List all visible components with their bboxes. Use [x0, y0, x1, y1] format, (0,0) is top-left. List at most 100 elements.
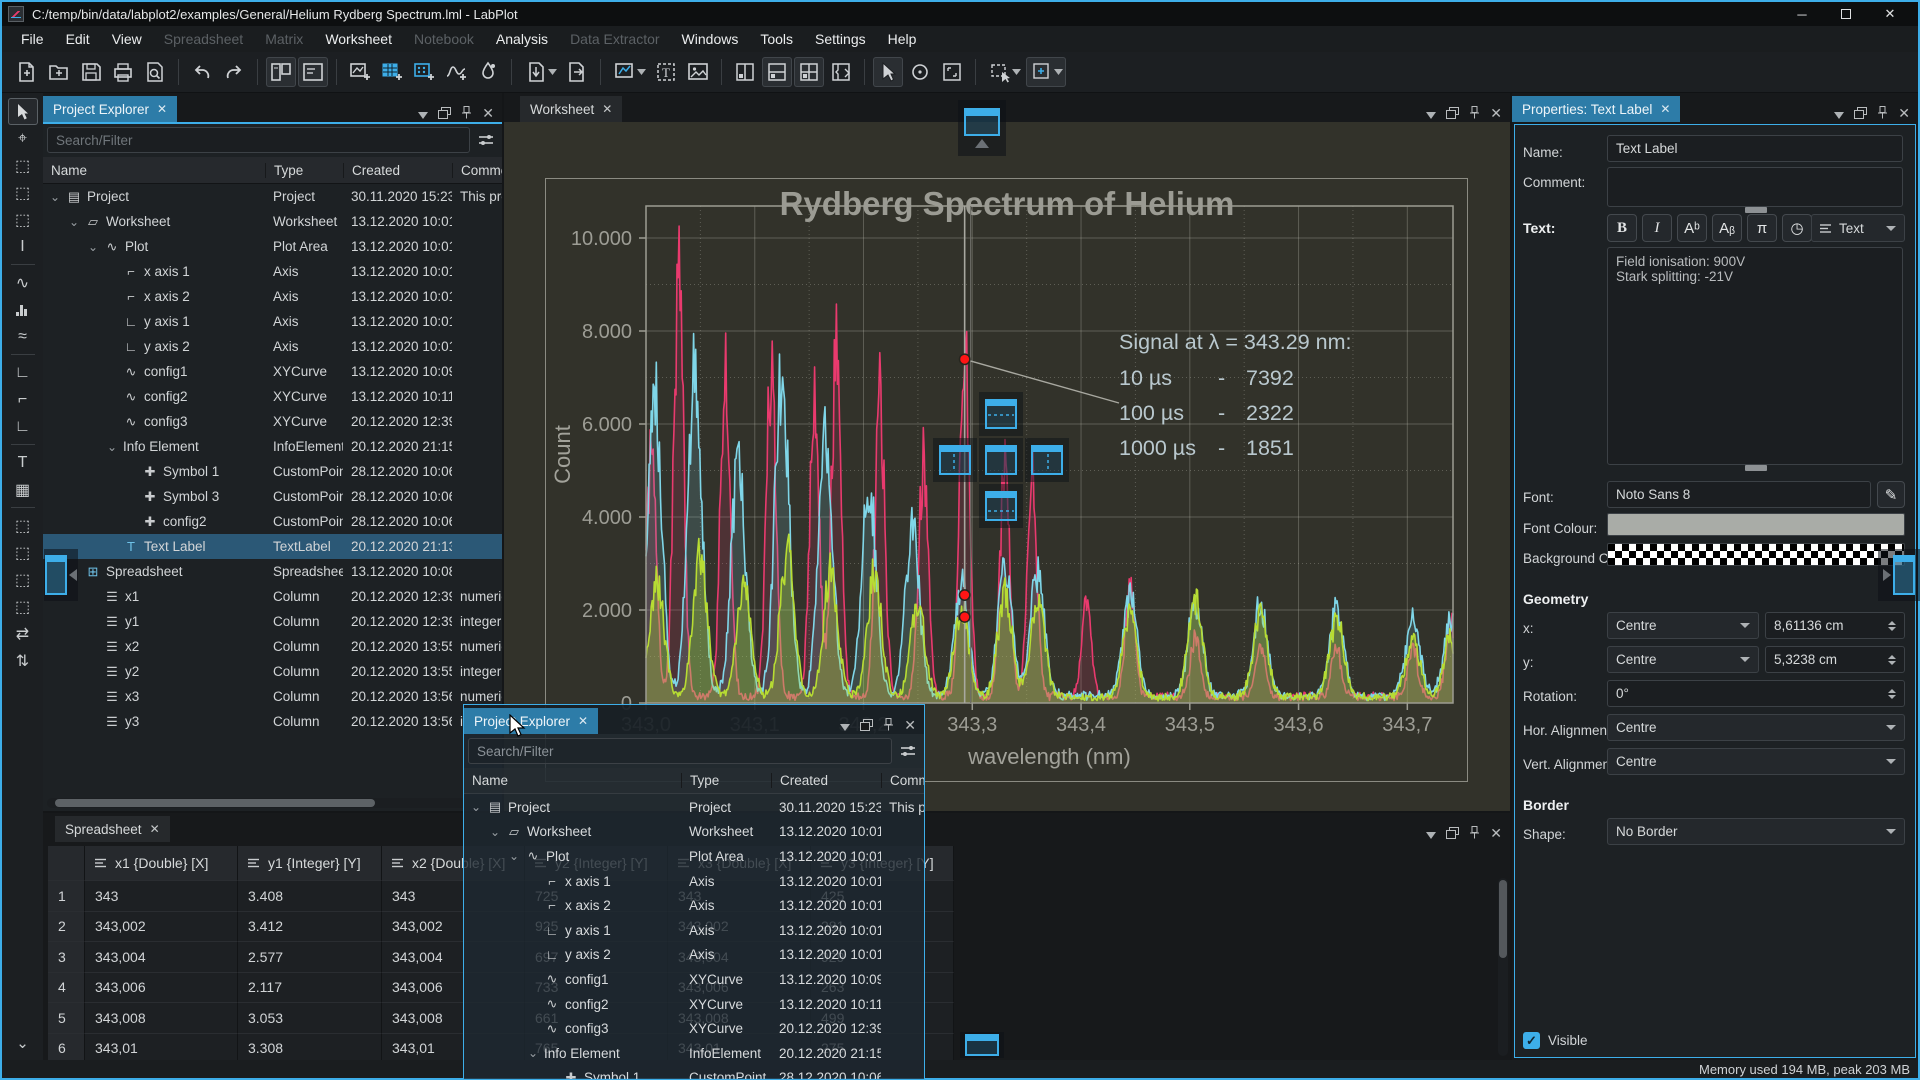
- fourier-icon[interactable]: ≈: [8, 323, 38, 350]
- border-shape-dropdown[interactable]: No Border: [1607, 818, 1905, 845]
- tree-header[interactable]: NameTypeCreatedComment: [43, 157, 502, 184]
- spreadsheet-cell[interactable]: 343: [85, 881, 238, 912]
- filter-options-icon[interactable]: [474, 127, 498, 153]
- tab-close-icon[interactable]: ✕: [602, 102, 612, 116]
- y-anchor-dropdown[interactable]: Centre: [1607, 646, 1759, 673]
- column-header-created[interactable]: Created: [771, 773, 881, 788]
- new-spreadsheet-button[interactable]: [377, 57, 407, 87]
- tree-row-x-axis-1[interactable]: ⌐x axis 1Axis13.12.2020 10:01: [43, 259, 502, 284]
- layout-vertical-button[interactable]: [730, 57, 760, 87]
- float-dock-icon[interactable]: [860, 718, 873, 734]
- expander-chevron-icon[interactable]: ⌄: [527, 1046, 539, 1060]
- tree-row-config1[interactable]: ∿config1XYCurve13.12.2020 10:09: [464, 967, 924, 992]
- new-curve-button[interactable]: [441, 57, 471, 87]
- tab-properties[interactable]: Properties: Text Label ✕: [1512, 96, 1680, 122]
- ibeam-icon[interactable]: I: [8, 233, 38, 260]
- crosshair-mode-button[interactable]: [905, 57, 935, 87]
- expander-chevron-icon[interactable]: ⌄: [470, 800, 482, 814]
- close-dock-icon[interactable]: ✕: [1490, 825, 1502, 842]
- splitter-grip[interactable]: [1745, 465, 1767, 471]
- menu-view[interactable]: View: [101, 27, 153, 51]
- axis-corner-icon[interactable]: ∟: [8, 413, 38, 440]
- export-button[interactable]: [562, 57, 592, 87]
- float-dock-icon[interactable]: [1446, 826, 1459, 842]
- select-box-icon[interactable]: ⬚: [8, 179, 38, 206]
- tree-header[interactable]: NameTypeCreatedComment: [464, 768, 924, 794]
- pin-dock-icon[interactable]: [1469, 106, 1480, 122]
- tab-close-icon[interactable]: ✕: [157, 102, 167, 116]
- expander-chevron-icon[interactable]: ⌄: [49, 190, 61, 204]
- histogram-icon[interactable]: [8, 296, 38, 323]
- crosshair-icon[interactable]: ⌖: [8, 125, 38, 152]
- tree-row-y1[interactable]: ☰y1Column20.12.2020 12:39integer da: [43, 609, 502, 634]
- menu-worksheet[interactable]: Worksheet: [314, 27, 403, 51]
- toggle-project-explorer-button[interactable]: [266, 57, 296, 87]
- dash-box-4-icon[interactable]: ⬚: [8, 593, 38, 620]
- row-number[interactable]: 5: [48, 1003, 85, 1034]
- tab-close-icon[interactable]: ✕: [578, 714, 588, 728]
- vertical-scrollbar[interactable]: [1498, 878, 1508, 1056]
- axis-left-icon[interactable]: ∟: [8, 359, 38, 386]
- pin-dock-icon[interactable]: [1877, 106, 1888, 122]
- font-field[interactable]: Noto Sans 8: [1607, 481, 1871, 508]
- add-plot-button[interactable]: [609, 57, 649, 87]
- column-header-name[interactable]: Name: [43, 163, 265, 178]
- zoom-box-icon[interactable]: ⬚: [8, 152, 38, 179]
- dots-box-icon[interactable]: ⬚: [8, 206, 38, 233]
- close-dock-icon[interactable]: ✕: [1490, 105, 1502, 122]
- dash-box-2-icon[interactable]: ⬚: [8, 539, 38, 566]
- expander-chevron-icon[interactable]: ⌄: [508, 849, 520, 863]
- tree-row-y3[interactable]: ☰y3Column20.12.2020 13:56integer da: [43, 709, 502, 734]
- tab-list-chevron-icon[interactable]: [418, 106, 428, 122]
- tree-row-symbol-1[interactable]: ✚Symbol 1CustomPoint28.12.2020 10:06: [464, 1066, 924, 1079]
- tree-row-worksheet[interactable]: ⌄▱WorksheetWorksheet13.12.2020 10:01: [43, 209, 502, 234]
- splitter-grip[interactable]: [1745, 207, 1767, 213]
- tab-list-chevron-icon[interactable]: [1426, 106, 1436, 122]
- new-datapicker-button[interactable]: [473, 57, 503, 87]
- tree-row-x2[interactable]: ☰x2Column20.12.2020 13:55numerical: [43, 634, 502, 659]
- background-colour-swatch[interactable]: [1607, 543, 1905, 566]
- filter-options-icon[interactable]: [896, 738, 920, 764]
- expander-chevron-icon[interactable]: ⌄: [87, 240, 99, 254]
- name-field[interactable]: Text Label: [1607, 135, 1903, 162]
- float-dock-icon[interactable]: [1854, 106, 1867, 122]
- tree-row-config2[interactable]: ✚config2CustomPoint28.12.2020 10:06: [43, 509, 502, 534]
- row-number[interactable]: 2: [48, 912, 85, 943]
- layout-horizontal-button[interactable]: [762, 57, 792, 87]
- new-project-button[interactable]: [12, 57, 42, 87]
- spreadsheet-cell[interactable]: 2.577: [238, 942, 382, 973]
- column-header-type[interactable]: Type: [265, 163, 343, 178]
- tab-worksheet[interactable]: Worksheet ✕: [520, 96, 622, 122]
- xy-curve-icon[interactable]: ∿: [8, 269, 38, 296]
- x-position-spinbox[interactable]: 8,61136 cm: [1765, 612, 1905, 639]
- expander-chevron-icon[interactable]: ⌄: [68, 215, 80, 229]
- spreadsheet-cell[interactable]: 343,006: [85, 973, 238, 1004]
- layout-break-button[interactable]: [826, 57, 856, 87]
- menu-windows[interactable]: Windows: [671, 27, 750, 51]
- tree-row-config3[interactable]: ∿config3XYCurve20.12.2020 12:39: [464, 1016, 924, 1041]
- pointer-mode-button[interactable]: [873, 57, 903, 87]
- spreadsheet-cell[interactable]: 343,004: [85, 942, 238, 973]
- tab-spreadsheet[interactable]: Spreadsheet ✕: [55, 816, 170, 842]
- tree-row-y-axis-2[interactable]: ∟y axis 2Axis13.12.2020 10:01: [464, 943, 924, 968]
- tree-row-project[interactable]: ⌄▤ProjectProject30.11.2020 15:23This pro…: [43, 184, 502, 209]
- tree-row-x1[interactable]: ☰x1Column20.12.2020 12:39numerical: [43, 584, 502, 609]
- tree-row-x-axis-2[interactable]: ⌐x axis 2Axis13.12.2020 10:01: [464, 893, 924, 918]
- image-frame-icon[interactable]: ▦: [8, 476, 38, 503]
- spreadsheet-column-header[interactable]: x1 {Double} [X]: [85, 846, 238, 881]
- column-header-comment[interactable]: Comment: [881, 773, 924, 788]
- float-dock-icon[interactable]: [1446, 106, 1459, 122]
- tree-row-x-axis-1[interactable]: ⌐x axis 1Axis13.12.2020 10:01: [464, 869, 924, 894]
- format-italic-button[interactable]: I: [1642, 214, 1672, 242]
- row-number[interactable]: 3: [48, 942, 85, 973]
- select-region-button[interactable]: [984, 57, 1024, 87]
- format-subscript-button[interactable]: Aᵦ: [1712, 214, 1742, 242]
- tab-project-explorer[interactable]: Project Explorer ✕: [43, 96, 177, 122]
- tree-row-info-element[interactable]: ⌄Info ElementInfoElement20.12.2020 21:15: [43, 434, 502, 459]
- print-preview-button[interactable]: [140, 57, 170, 87]
- menu-help[interactable]: Help: [877, 27, 928, 51]
- spreadsheet-cell[interactable]: 343,008: [85, 1003, 238, 1034]
- comment-field[interactable]: [1607, 167, 1903, 207]
- y-position-spinbox[interactable]: 5,3238 cm: [1765, 646, 1905, 673]
- menu-file[interactable]: File: [10, 27, 55, 51]
